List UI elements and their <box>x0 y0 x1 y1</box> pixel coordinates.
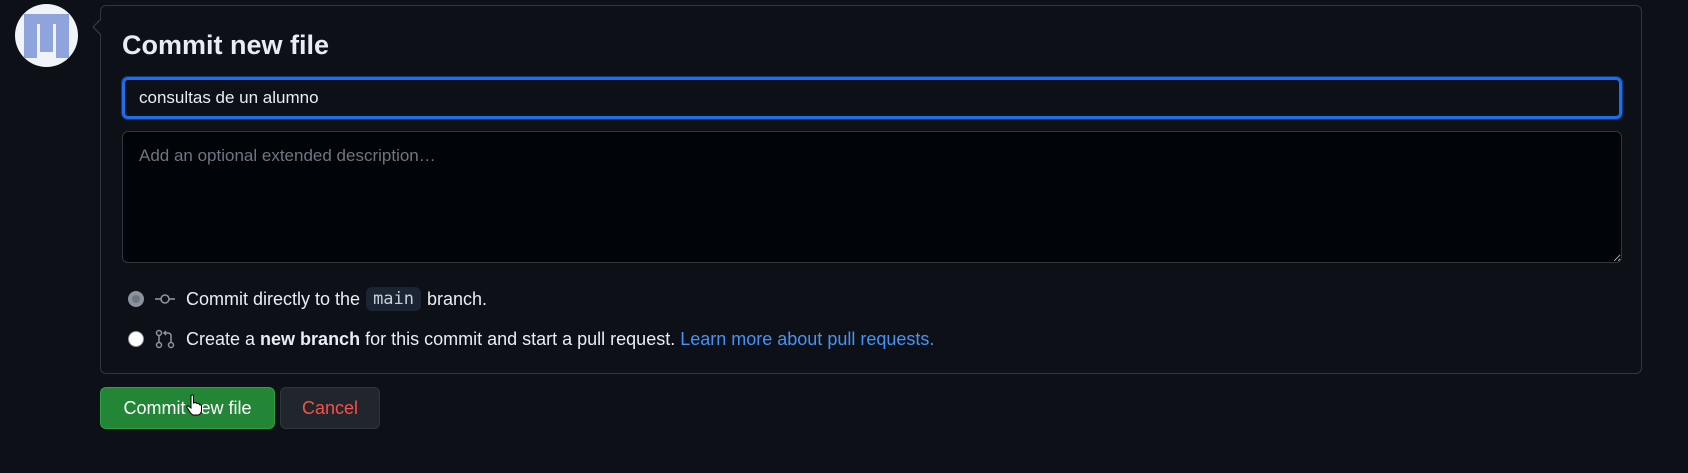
commit-direct-option[interactable]: Commit directly to the main branch. <box>128 287 487 311</box>
new-branch-radio[interactable] <box>128 331 144 347</box>
panel-caret-inner <box>94 20 101 34</box>
new-branch-label-prefix: Create a <box>186 328 256 349</box>
git-commit-icon <box>155 294 175 304</box>
new-branch-option[interactable]: Create a new branch for this commit and … <box>128 328 934 350</box>
git-pull-request-icon <box>155 329 175 349</box>
commit-direct-label-suffix: branch. <box>427 288 488 309</box>
new-branch-label-suffix: for this commit and start a pull request… <box>365 328 676 349</box>
commit-summary-input[interactable] <box>122 77 1622 119</box>
commit-direct-radio[interactable] <box>128 291 144 307</box>
panel-title: Commit new file <box>122 30 330 60</box>
hand-pointer-icon <box>186 394 202 416</box>
branch-name-code: main <box>366 287 422 311</box>
commit-description-textarea[interactable] <box>122 131 1622 263</box>
cancel-button[interactable]: Cancel <box>280 387 380 429</box>
avatar-shape <box>24 14 37 58</box>
avatar-shape <box>56 14 69 58</box>
avatar-shape <box>40 14 53 52</box>
new-branch-label-bold: new branch <box>260 328 361 349</box>
avatar[interactable] <box>15 4 78 67</box>
commit-direct-label-prefix: Commit directly to the <box>186 288 361 309</box>
learn-more-pull-requests-link[interactable]: Learn more about pull requests. <box>680 329 934 350</box>
commit-page: Commit new file Commit directly to the m… <box>0 0 1688 473</box>
